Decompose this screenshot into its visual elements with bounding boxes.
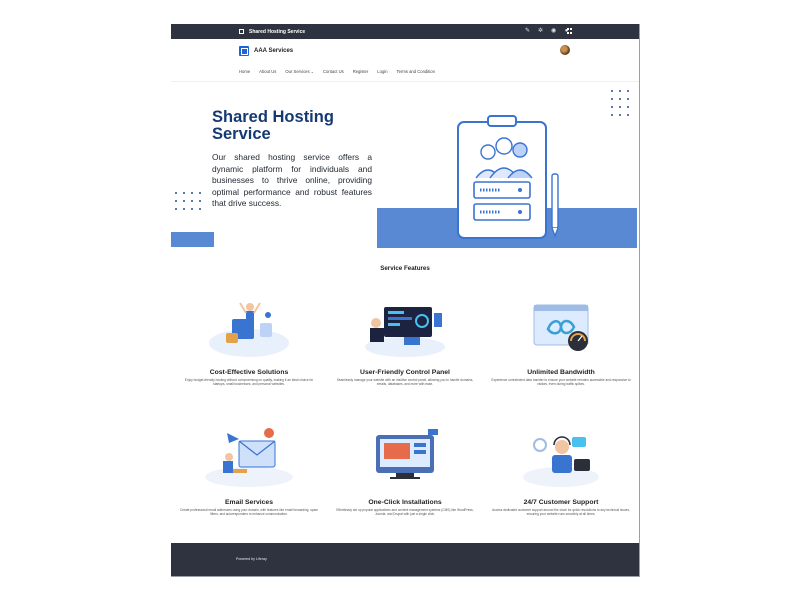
feature-title: 24/7 Customer Support xyxy=(523,499,599,506)
control-icons: ✎ ✲ ◉ ● xyxy=(525,24,569,39)
hero-section: Shared Hosting Service Our shared hostin… xyxy=(171,82,639,252)
feature-card: Cost-Effective Solutions Enjoy budget-fr… xyxy=(173,289,325,386)
simulation-icon[interactable]: ◉ xyxy=(551,28,556,34)
sidebar-toggle-icon[interactable] xyxy=(239,29,244,34)
support-illustration xyxy=(485,419,637,499)
nav-register[interactable]: Register xyxy=(353,69,369,74)
page-title-bar: Shared Hosting Service xyxy=(249,28,306,35)
site-logo-icon[interactable] xyxy=(239,45,249,56)
feature-card: One-Click Installations Effortlessly set… xyxy=(329,419,481,516)
user-avatar[interactable] xyxy=(560,45,570,55)
feature-title: Cost-Effective Solutions xyxy=(209,369,289,376)
hero-description: Our shared hosting service offers a dyna… xyxy=(212,152,372,209)
control-panel-illustration xyxy=(329,289,481,369)
dots-decoration-right xyxy=(611,90,629,116)
hero-title: Shared Hosting Service xyxy=(212,108,334,143)
installation-illustration xyxy=(329,419,481,499)
feature-card: User-Friendly Control Panel Seamlessly m… xyxy=(329,289,481,386)
main-navigation: Home About Us Our Services⌄ Contact Us R… xyxy=(171,62,639,82)
clipboard-servers-illustration xyxy=(457,115,559,239)
nav-login[interactable]: Login xyxy=(377,69,387,74)
feature-title: User-Friendly Control Panel xyxy=(360,369,450,376)
edit-icon[interactable]: ✎ xyxy=(525,28,530,34)
feature-desc: Enjoy budget-friendly hosting without co… xyxy=(184,378,314,387)
nav-about-us[interactable]: About Us xyxy=(259,69,276,74)
feature-title: One-Click Installations xyxy=(368,499,442,506)
nav-contact-us[interactable]: Contact Us xyxy=(323,69,344,74)
apps-grid-icon[interactable] xyxy=(567,28,573,34)
chevron-down-icon: ⌄ xyxy=(310,69,314,74)
site-header: AAA Services xyxy=(171,39,639,62)
features-heading: Service Features xyxy=(380,265,430,272)
feature-desc: Access dedicated customer support around… xyxy=(492,508,630,517)
feature-desc: Effortlessly set up popular applications… xyxy=(336,508,474,517)
feature-desc: Create professional email addresses usin… xyxy=(179,508,318,517)
nav-our-services[interactable]: Our Services⌄ xyxy=(285,69,314,74)
bandwidth-illustration xyxy=(485,289,637,369)
feature-card: Unlimited Bandwidth Experience unrestric… xyxy=(485,289,637,386)
browser-page: Shared Hosting Service ✎ ✲ ◉ ● AAA Servi… xyxy=(171,24,640,577)
nav-our-services-label: Our Services xyxy=(285,69,310,74)
feature-desc: Seamlessly manage your website with an i… xyxy=(336,378,474,387)
site-footer: Powered by Liferay xyxy=(171,543,639,576)
site-name[interactable]: AAA Services xyxy=(254,48,293,54)
feature-desc: Experience unrestricted data transfer to… xyxy=(491,378,631,387)
nav-terms[interactable]: Terms and Condition xyxy=(397,69,435,74)
control-bar: Shared Hosting Service ✎ ✲ ◉ ● xyxy=(171,24,639,39)
footer-powered-by[interactable]: Powered by Liferay xyxy=(236,557,267,561)
budget-illustration xyxy=(173,289,325,369)
email-illustration xyxy=(173,419,325,499)
feature-title: Email Services xyxy=(225,499,273,506)
nav-home[interactable]: Home xyxy=(239,69,250,74)
gear-icon[interactable]: ✲ xyxy=(538,28,543,34)
feature-title: Unlimited Bandwidth xyxy=(527,369,595,376)
dots-decoration-left xyxy=(175,192,201,210)
feature-card: Email Services Create professional email… xyxy=(173,419,325,516)
feature-card: 24/7 Customer Support Access dedicated c… xyxy=(485,419,637,516)
accent-band-left xyxy=(171,232,214,247)
